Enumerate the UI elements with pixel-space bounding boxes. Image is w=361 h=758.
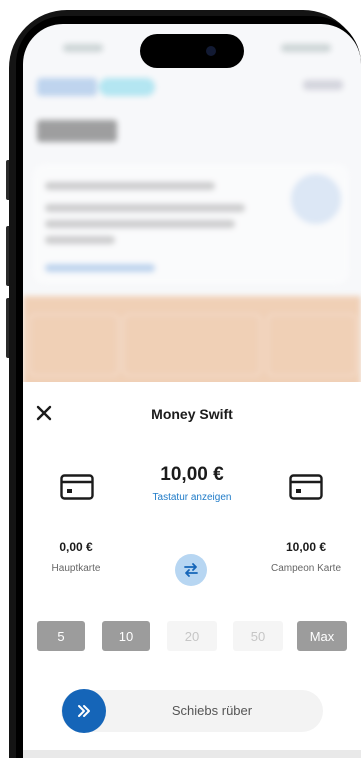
- sheet-title: Money Swift: [151, 406, 233, 422]
- card-illustration-blurred: [291, 174, 341, 224]
- background-app-blurred: [23, 24, 361, 396]
- card-line-blurred: [45, 182, 215, 190]
- quick-amount-50[interactable]: 50: [233, 621, 283, 651]
- quick-amount-5[interactable]: 5: [37, 621, 85, 651]
- card-line-blurred: [45, 204, 245, 212]
- quick-amount-10[interactable]: 10: [102, 621, 150, 651]
- status-bar-time-blurred: [63, 44, 103, 52]
- quick-amount-max[interactable]: Max: [297, 621, 347, 651]
- app-logo-blurred: [37, 78, 97, 96]
- swipe-label: Schiebs rüber: [171, 703, 253, 718]
- swap-arrows-icon: [184, 563, 198, 577]
- quick-amount-chips: 5 10 20 50 Max: [37, 621, 347, 651]
- card-line-blurred: [45, 236, 115, 244]
- target-account-label: Campeon Karte: [270, 563, 342, 574]
- phone-screen: Money Swift 10,00 € Tastatur anzeigen 0,…: [23, 24, 361, 758]
- header-icons-blurred: [303, 80, 343, 90]
- dynamic-island: [140, 34, 244, 68]
- money-swift-sheet: Money Swift 10,00 € Tastatur anzeigen 0,…: [23, 382, 361, 758]
- tile-blurred: [123, 314, 261, 376]
- front-camera: [206, 46, 216, 56]
- status-bar-icons-blurred: [281, 44, 331, 52]
- page-title-blurred: [37, 120, 117, 142]
- tile-blurred: [267, 314, 357, 376]
- source-account-amount: 0,00 €: [59, 540, 93, 554]
- quick-amount-20[interactable]: 20: [167, 621, 217, 651]
- card-line-blurred: [45, 220, 235, 228]
- tile-blurred: [29, 314, 119, 376]
- target-card-icon: [289, 474, 323, 500]
- app-badge-blurred: [99, 78, 155, 96]
- card-link-blurred: [45, 264, 155, 272]
- swipe-to-transfer-slider[interactable]: Schiebs rüber: [61, 689, 323, 733]
- bottom-strip: [23, 750, 361, 758]
- swap-accounts-button[interactable]: [175, 554, 207, 586]
- target-account-amount: 10,00 €: [285, 540, 327, 554]
- source-account-label: Hauptkarte: [51, 563, 101, 574]
